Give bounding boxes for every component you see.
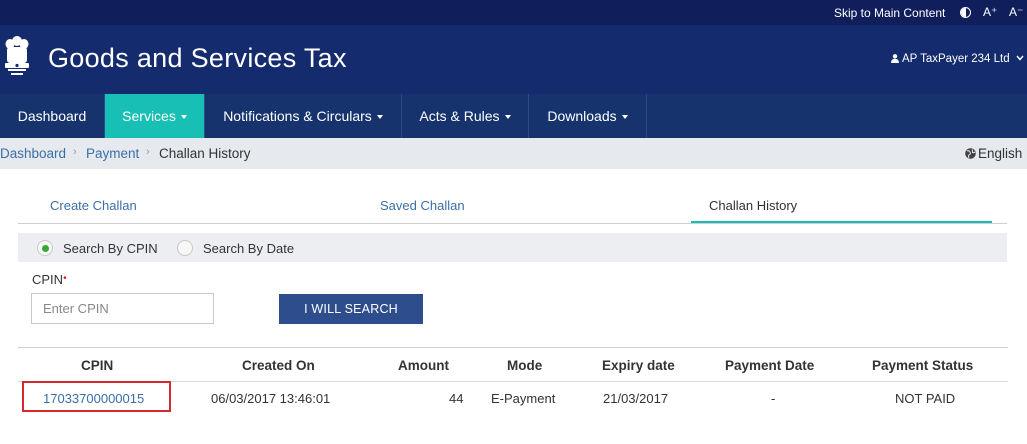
cell-mode: E-Payment <box>491 391 556 406</box>
contrast-toggle-icon[interactable] <box>960 7 971 18</box>
caret-down-icon <box>504 115 511 119</box>
search-button[interactable]: I WILL SEARCH <box>279 294 423 324</box>
cell-payment-date: - <box>771 391 776 406</box>
language-label: English <box>978 146 1023 161</box>
tab-divider <box>18 223 1007 224</box>
cell-expiry-date: 21/03/2017 <box>603 391 669 406</box>
user-icon <box>891 54 899 63</box>
nav-dashboard[interactable]: Dashboard <box>0 94 105 138</box>
nav-notifications-circulars[interactable]: Notifications & Circulars <box>205 94 402 138</box>
column-header-created-on: Created On <box>242 358 315 373</box>
breadcrumb: Dashboard › Payment › Challan History En… <box>0 138 1027 169</box>
tab-create-challan[interactable]: Create Challan <box>50 198 137 213</box>
radio-search-by-date[interactable] <box>177 240 193 256</box>
breadcrumb-current: Challan History <box>159 146 251 161</box>
breadcrumb-separator-icon: › <box>73 146 77 158</box>
radio-search-by-cpin[interactable] <box>37 240 53 256</box>
chevron-down-icon <box>1016 55 1024 61</box>
skip-to-main-link[interactable]: Skip to Main Content <box>834 6 945 20</box>
national-emblem-icon <box>5 36 29 75</box>
main-navigation: Dashboard Services Notifications & Circu… <box>0 94 1027 138</box>
cell-created-on: 06/03/2017 13:46:01 <box>211 391 331 406</box>
breadcrumb-separator-icon: › <box>146 146 150 158</box>
language-selector[interactable]: English <box>965 146 1022 161</box>
user-menu[interactable]: AP TaxPayer 234 Ltd <box>891 53 1024 65</box>
top-utility-bar: Skip to Main Content A⁺ A⁻ <box>0 0 1027 25</box>
active-tab-indicator <box>691 221 992 223</box>
nav-acts-rules[interactable]: Acts & Rules <box>402 94 529 138</box>
column-header-amount: Amount <box>398 358 449 373</box>
caret-down-icon <box>180 115 187 119</box>
table-top-border <box>18 347 1008 348</box>
tab-challan-history[interactable]: Challan History <box>709 198 797 213</box>
nav-downloads[interactable]: Downloads <box>529 94 647 138</box>
cell-amount: 44 <box>449 391 464 406</box>
search-type-options: Search By CPIN Search By Date <box>18 233 1007 262</box>
required-marker: • <box>63 273 67 284</box>
radio-label-search-by-date[interactable]: Search By Date <box>203 241 294 256</box>
globe-icon <box>965 148 976 159</box>
user-name: AP TaxPayer 234 Ltd <box>902 53 1010 65</box>
cpin-highlight-box <box>22 381 171 412</box>
caret-down-icon <box>376 115 383 119</box>
column-header-payment-status: Payment Status <box>872 358 974 373</box>
font-increase-button[interactable]: A⁺ <box>983 5 997 19</box>
breadcrumb-payment[interactable]: Payment <box>86 146 139 161</box>
breadcrumb-dashboard[interactable]: Dashboard <box>0 146 66 161</box>
column-header-expiry-date: Expiry date <box>602 358 675 373</box>
site-header: Goods and Services Tax AP TaxPayer 234 L… <box>0 25 1027 94</box>
caret-down-icon <box>621 115 628 119</box>
tab-saved-challan[interactable]: Saved Challan <box>380 198 465 213</box>
site-title: Goods and Services Tax <box>48 43 347 73</box>
column-header-cpin: CPIN <box>81 358 114 373</box>
cell-payment-status: NOT PAID <box>895 391 956 406</box>
nav-services[interactable]: Services <box>105 94 205 138</box>
column-header-payment-date: Payment Date <box>725 358 815 373</box>
radio-label-search-by-cpin[interactable]: Search By CPIN <box>63 241 158 256</box>
font-decrease-button[interactable]: A⁻ <box>1009 5 1023 19</box>
cpin-field-label: CPIN• <box>32 272 67 287</box>
column-header-mode: Mode <box>507 358 543 373</box>
cpin-input[interactable] <box>31 293 214 324</box>
